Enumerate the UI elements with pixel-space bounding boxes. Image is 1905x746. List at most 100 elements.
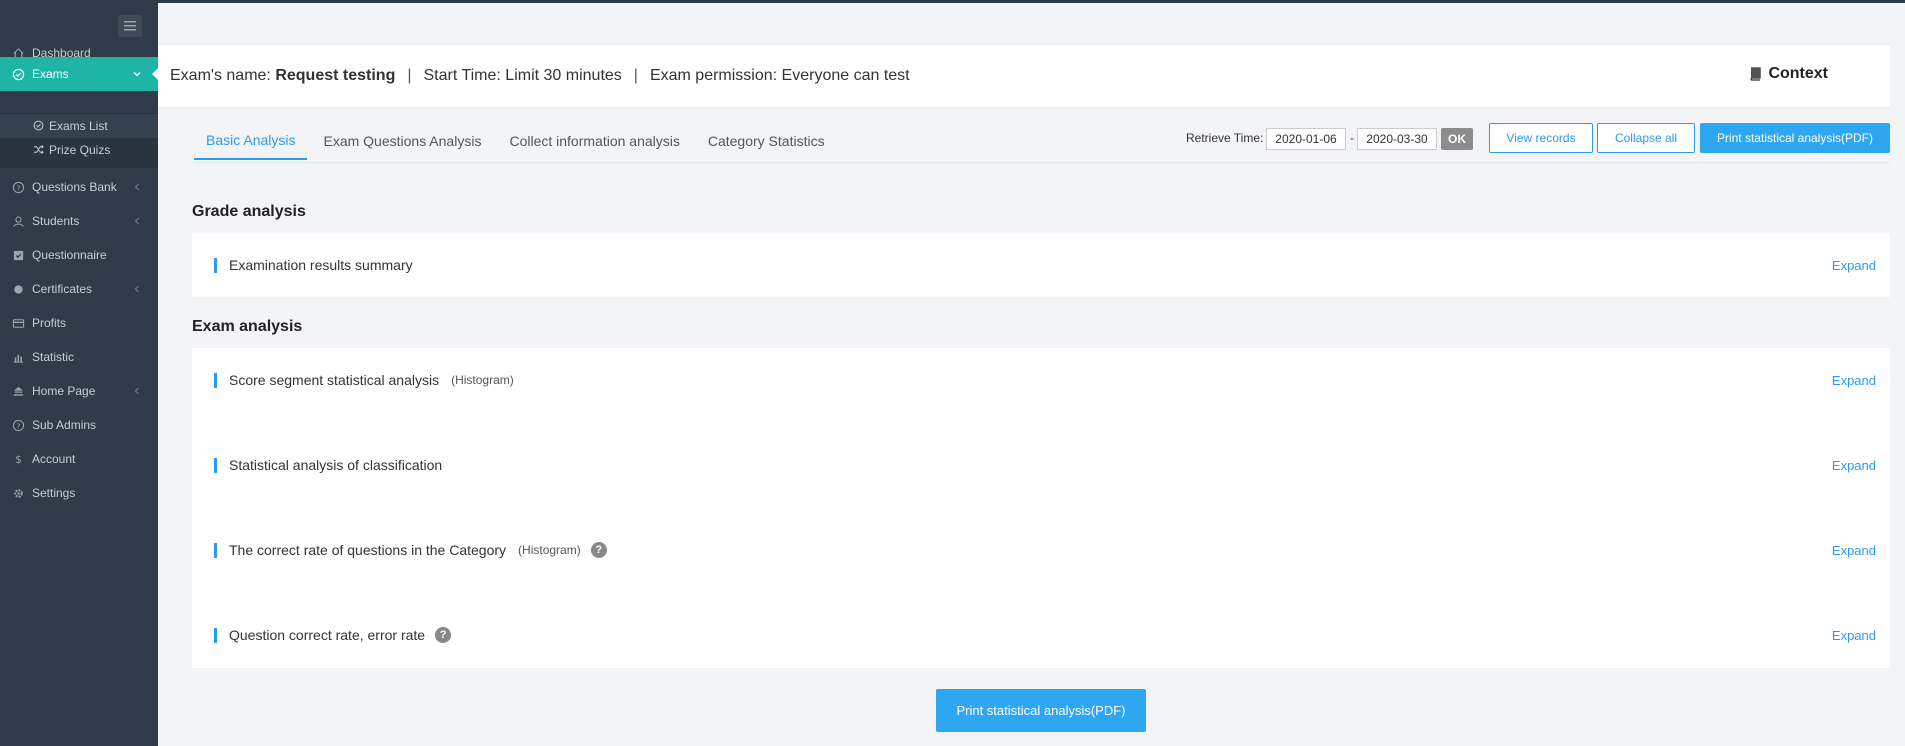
exams-submenu: Exams List Prize Quizs <box>0 113 158 168</box>
grade-analysis-title: Grade analysis <box>192 203 306 220</box>
analysis-row: Examination results summary Expand <box>214 255 1876 275</box>
sidebar-item-settings[interactable]: Settings <box>0 476 158 510</box>
dot-icon <box>11 282 25 296</box>
tab-exam-questions-analysis[interactable]: Exam Questions Analysis <box>311 122 493 160</box>
retrieve-time-label: Retrieve Time: <box>1186 131 1264 145</box>
checkbox-icon <box>11 248 25 262</box>
exam-name-label: Exam's name: <box>170 67 271 84</box>
separator: | <box>407 67 412 84</box>
row-label: The correct rate of questions in the Cat… <box>229 542 507 558</box>
svg-text:$: $ <box>15 455 22 466</box>
sidebar-item-label: Sub Admins <box>32 418 97 432</box>
question-circle-icon: ? <box>11 418 25 432</box>
exam-permission: Exam permission: Everyone can test <box>649 67 910 84</box>
sidebar-item-questionnaire[interactable]: Questionnaire <box>0 238 158 272</box>
svg-text:?: ? <box>16 421 20 430</box>
tab-category-statistics[interactable]: Category Statistics <box>696 122 837 160</box>
help-icon[interactable]: ? <box>590 542 607 558</box>
expand-link[interactable]: Expand <box>1832 373 1876 388</box>
exam-info-header: Exam's name: Request testing | Start Tim… <box>158 44 1890 108</box>
sidebar-item-label: Home Page <box>32 384 96 398</box>
row-accent-bar <box>214 627 217 643</box>
chevron-left-icon <box>134 285 139 293</box>
ok-button[interactable]: OK <box>1441 128 1473 150</box>
row-accent-bar <box>214 542 217 558</box>
svg-text:?: ? <box>16 183 20 192</box>
sidebar-item-label: Settings <box>32 486 76 500</box>
book-icon <box>1751 67 1762 81</box>
sidebar-item-label: Statistic <box>32 350 75 364</box>
chevron-down-icon <box>133 72 141 77</box>
row-note: (Histogram) <box>518 543 581 557</box>
sidebar-subitem-prize-quizs[interactable]: Prize Quizs <box>0 138 158 162</box>
sidebar-item-account[interactable]: $ Account <box>0 442 158 476</box>
sidebar-subitem-exams-list[interactable]: Exams List <box>0 114 158 138</box>
sidebar-item-label: Profits <box>32 316 67 330</box>
date-from-input[interactable] <box>1266 128 1346 150</box>
print-pdf-footer-button[interactable]: Print statistical analysis(PDF) <box>936 689 1146 732</box>
date-to-input[interactable] <box>1357 128 1437 150</box>
sidebar-item-label: Questionnaire <box>32 248 107 262</box>
sidebar-item-label: Certificates <box>32 282 93 296</box>
sidebar-item-label: Students <box>32 214 80 228</box>
tabs-divider <box>194 162 1890 163</box>
row-label: Question correct rate, error rate <box>229 627 426 643</box>
sidebar-item-home-page[interactable]: Home Page <box>0 374 158 408</box>
row-accent-bar <box>214 372 217 388</box>
sidebar-item-label: Account <box>32 452 76 466</box>
context-label: Context <box>1768 65 1828 82</box>
row-accent-bar <box>214 257 217 273</box>
shuffle-icon <box>33 144 45 156</box>
row-label: Statistical analysis of classification <box>229 457 443 473</box>
expand-link[interactable]: Expand <box>1832 258 1876 273</box>
sidebar-subitem-label: Exams List <box>49 119 108 133</box>
user-icon <box>11 214 25 228</box>
row-accent-bar <box>214 457 217 473</box>
exam-analysis-panel: Score segment statistical analysis (Hist… <box>192 348 1890 668</box>
row-label: Score segment statistical analysis <box>229 372 440 388</box>
exam-analysis-title: Exam analysis <box>192 318 303 335</box>
analysis-row: Question correct rate, error rate ? Expa… <box>214 625 1876 645</box>
sidebar-item-label: Questions Bank <box>32 180 117 194</box>
separator: | <box>633 67 638 84</box>
tab-collect-information-analysis[interactable]: Collect information analysis <box>497 122 691 160</box>
hamburger-icon <box>124 21 136 31</box>
sidebar-item-certificates[interactable]: Certificates <box>0 272 158 306</box>
expand-link[interactable]: Expand <box>1832 458 1876 473</box>
sidebar-item-questions-bank[interactable]: ? Questions Bank <box>0 170 158 204</box>
check-circle-icon <box>11 67 25 81</box>
analysis-row: Statistical analysis of classification E… <box>214 455 1876 475</box>
sidebar-item-sub-admins[interactable]: ? Sub Admins <box>0 408 158 442</box>
help-icon[interactable]: ? <box>435 627 452 643</box>
analysis-row: Score segment statistical analysis (Hist… <box>214 370 1876 390</box>
chevron-left-icon <box>134 217 139 225</box>
analysis-tabs: Basic Analysis Exam Questions Analysis C… <box>194 122 841 162</box>
grade-analysis-panel: Examination results summary Expand <box>192 233 1890 297</box>
top-border <box>0 0 1905 3</box>
chevron-left-icon <box>134 387 139 395</box>
sidebar-item-statistic[interactable]: Statistic <box>0 340 158 374</box>
tab-basic-analysis[interactable]: Basic Analysis <box>194 122 308 160</box>
view-records-button[interactable]: View records <box>1489 123 1593 153</box>
collapse-all-button[interactable]: Collapse all <box>1597 123 1695 153</box>
sidebar-toggle-button[interactable] <box>118 15 142 37</box>
sidebar-item-profits[interactable]: Profits <box>0 306 158 340</box>
sidebar: Dashboard Exams Exams List Prize Quizs ?… <box>0 3 159 746</box>
question-circle-icon: ? <box>11 180 25 194</box>
check-circle-icon <box>33 120 45 132</box>
gear-icon <box>11 486 25 500</box>
bar-chart-icon <box>11 350 25 364</box>
expand-link[interactable]: Expand <box>1832 628 1876 643</box>
sidebar-item-label: Exams <box>32 67 69 81</box>
date-range-dash: - <box>1350 131 1354 145</box>
analysis-row: The correct rate of questions in the Cat… <box>214 540 1876 560</box>
dollar-icon: $ <box>11 452 25 466</box>
context-button[interactable]: Context <box>1749 65 1828 83</box>
expand-link[interactable]: Expand <box>1832 543 1876 558</box>
chevron-left-icon <box>134 183 139 191</box>
sidebar-item-exams[interactable]: Exams <box>0 57 159 91</box>
sidebar-item-students[interactable]: Students <box>0 204 158 238</box>
home-page-icon <box>11 384 25 398</box>
exam-name-value: Request testing <box>275 67 396 84</box>
print-pdf-button[interactable]: Print statistical analysis(PDF) <box>1700 123 1890 153</box>
